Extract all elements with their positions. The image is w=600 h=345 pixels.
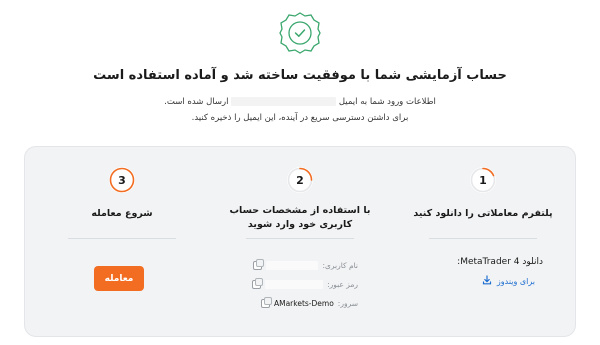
step-number: 2 (296, 173, 304, 187)
email-sent-text: اطلاعات ورود شما به ایمیل ارسال شده است. (0, 97, 600, 107)
copy-icon[interactable] (260, 297, 272, 308)
password-label: رمز عبور: (327, 280, 358, 289)
step-number: 1 (479, 173, 487, 187)
step-divider (429, 238, 537, 239)
masked-email (231, 97, 337, 106)
copy-icon[interactable] (252, 278, 264, 289)
download-icon (482, 275, 492, 287)
username-label: نام کاربری: (322, 261, 358, 270)
email-sent-text-start: اطلاعات ورود شما به ایمیل (338, 97, 436, 107)
copy-icon[interactable] (253, 259, 265, 270)
metatrader-download-label: دانلود MetaTrader 4: (457, 257, 543, 267)
server-row: سرور: AMarkets-Demo (260, 297, 358, 308)
step-title-line: کاربری خود وارد شوید (247, 219, 353, 230)
step-start-trading: 3 شروع معامله معامله (42, 147, 202, 336)
server-value: AMarkets-Demo (273, 299, 334, 308)
success-check-badge-icon (277, 10, 323, 56)
step-divider (68, 238, 176, 239)
step-download-platform: 1 پلتفرم معاملاتی را دانلود کنید دانلود … (403, 147, 563, 336)
step-login: 2 با استفاده از مشخصات حساب کاربری خود و… (220, 147, 380, 336)
masked-password (265, 280, 324, 289)
step-divider (246, 238, 354, 239)
masked-username (266, 261, 319, 270)
email-sent-text-end: ارسال شده است. (164, 97, 229, 107)
step-number-badge: 2 (287, 167, 313, 193)
download-windows-link[interactable]: برای ویندوز (482, 275, 535, 287)
save-email-text: برای داشتن دسترسی سریع در آینده، این ایم… (191, 113, 409, 123)
page-title: حساب آزمایشی شما با موفقیت ساخته شد و آم… (93, 68, 507, 83)
step-title: پلتفرم معاملاتی را دانلود کنید (413, 208, 553, 219)
password-row: رمز عبور: (252, 278, 358, 289)
step-title: شروع معامله (91, 208, 153, 219)
download-windows-label: برای ویندوز (496, 276, 535, 286)
step-title-line: با استفاده از مشخصات حساب (229, 205, 371, 216)
server-label: سرور: (337, 299, 358, 308)
step-number: 3 (118, 173, 126, 187)
trade-button[interactable]: معامله (94, 266, 144, 291)
step-number-badge: 1 (470, 167, 496, 193)
username-row: نام کاربری: (253, 259, 358, 270)
step-title: با استفاده از مشخصات حساب کاربری خود وار… (220, 204, 380, 232)
steps-panel: 1 پلتفرم معاملاتی را دانلود کنید دانلود … (24, 146, 576, 337)
step-number-badge: 3 (109, 167, 135, 193)
